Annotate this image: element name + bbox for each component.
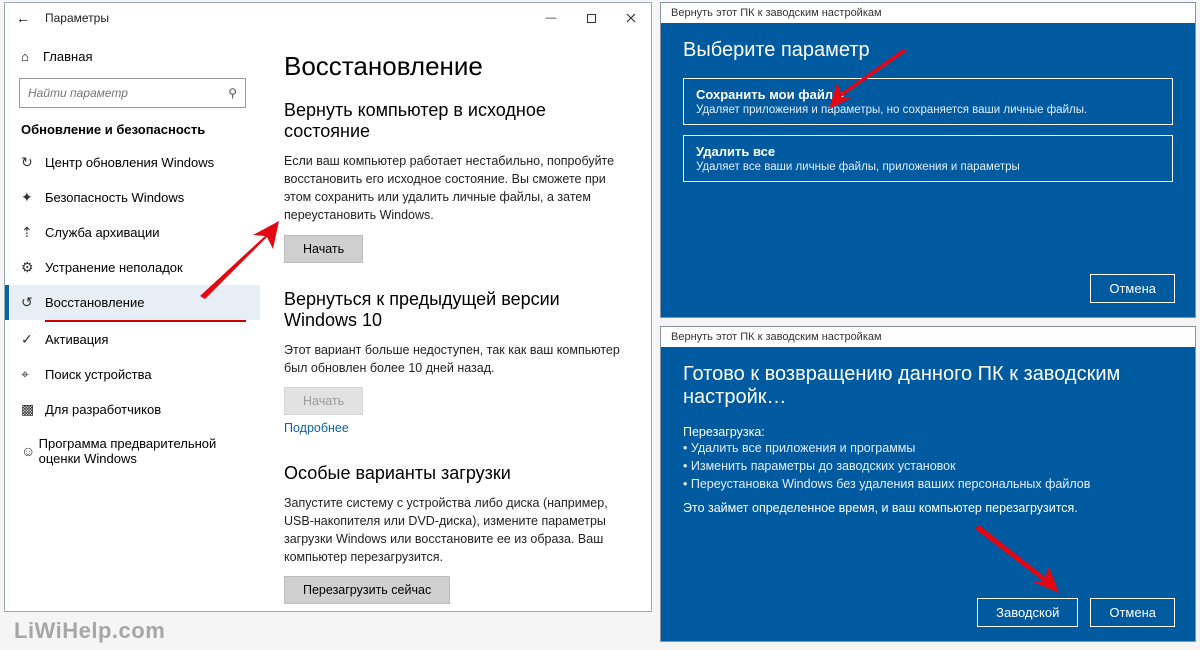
insider-icon: ☺ [21, 443, 39, 459]
sidebar-item-label: Устранение неполадок [45, 260, 183, 275]
sidebar-item-label: Программа предварительной оценки Windows [39, 436, 244, 466]
sidebar-item-label: Служба архивации [45, 225, 160, 240]
option-keep-files[interactable]: Сохранить мои файлы Удаляет приложения и… [683, 78, 1173, 125]
sidebar-item-find-device[interactable]: ⌖ Поиск устройства [5, 357, 260, 392]
dialog-title: Вернуть этот ПК к заводским настройкам [661, 327, 1195, 347]
wrench-icon: ⚙ [21, 259, 45, 276]
cancel-button[interactable]: Отмена [1090, 274, 1175, 303]
home-link[interactable]: ⌂ Главная [5, 41, 260, 72]
option-title: Удалить все [696, 144, 1160, 159]
sidebar-item-label: Активация [45, 332, 108, 347]
goback-heading: Вернуться к предыдущей версии Windows 10 [284, 289, 627, 331]
dialog-heading: Выберите параметр [683, 39, 1173, 62]
watermark: LiWiHelp.com [14, 618, 165, 644]
reset-start-button[interactable]: Начать [284, 235, 363, 263]
dialog-note: Это займет определенное время, и ваш ком… [683, 501, 1173, 515]
shield-icon: ✦ [21, 189, 45, 206]
sidebar-item-label: Восстановление [45, 295, 144, 310]
goback-more-link[interactable]: Подробнее [284, 421, 349, 435]
settings-window: ← Параметры ― ⌂ Главная ⚲ [4, 2, 652, 612]
search-input[interactable]: ⚲ [19, 78, 246, 108]
sidebar-item-windows-update[interactable]: ↻ Центр обновления Windows [5, 145, 260, 180]
bullet-item: • Переустановка Windows без удаления ваш… [683, 477, 1173, 491]
check-icon: ✓ [21, 331, 45, 348]
reset-dialog-choose: Вернуть этот ПК к заводским настройкам В… [660, 2, 1196, 318]
factory-reset-button[interactable]: Заводской [977, 598, 1078, 627]
sidebar-item-troubleshoot[interactable]: ⚙ Устранение неполадок [5, 250, 260, 285]
advanced-section: Особые варианты загрузки Запустите систе… [284, 463, 627, 605]
sync-icon: ↻ [21, 154, 45, 171]
option-desc: Удаляет все ваши личные файлы, приложени… [696, 161, 1160, 173]
sidebar-item-label: Поиск устройства [45, 367, 152, 382]
goback-start-button: Начать [284, 387, 363, 415]
reset-heading: Вернуть компьютер в исходное состояние [284, 100, 627, 142]
upload-icon: ⇡ [21, 224, 45, 241]
sidebar-item-label: Безопасность Windows [45, 190, 184, 205]
annotation-arrow-icon [971, 525, 1061, 595]
page-title: Восстановление [284, 51, 627, 82]
option-remove-all[interactable]: Удалить все Удаляет все ваши личные файл… [683, 135, 1173, 182]
titlebar: ← Параметры ― [5, 3, 651, 33]
option-desc: Удаляет приложения и параметры, но сохра… [696, 104, 1160, 116]
sidebar-item-activation[interactable]: ✓ Активация [5, 322, 260, 357]
home-icon: ⌂ [21, 49, 43, 64]
sidebar: ⌂ Главная ⚲ Обновление и безопасность ↻ … [5, 33, 260, 611]
sidebar-item-windows-security[interactable]: ✦ Безопасность Windows [5, 180, 260, 215]
content-area: Восстановление Вернуть компьютер в исход… [260, 33, 651, 611]
bullet-item: • Изменить параметры до заводских устано… [683, 459, 1173, 473]
cancel-button[interactable]: Отмена [1090, 598, 1175, 627]
sidebar-item-insider[interactable]: ☺ Программа предварительной оценки Windo… [5, 427, 260, 475]
home-label: Главная [43, 49, 92, 64]
advanced-desc: Запустите систему с устройства либо диск… [284, 494, 627, 567]
sidebar-item-developers[interactable]: ▩ Для разработчиков [5, 392, 260, 427]
advanced-restart-button[interactable]: Перезагрузить сейчас [284, 576, 450, 604]
close-button[interactable] [611, 3, 651, 33]
reset-section: Вернуть компьютер в исходное состояние Е… [284, 100, 627, 263]
history-icon: ↺ [21, 294, 45, 311]
goback-section: Вернуться к предыдущей версии Windows 10… [284, 289, 627, 437]
sidebar-item-backup[interactable]: ⇡ Служба архивации [5, 215, 260, 250]
sidebar-item-label: Центр обновления Windows [45, 155, 214, 170]
reboot-label: Перезагрузка: [683, 425, 1173, 439]
minimize-button[interactable]: ― [531, 3, 571, 33]
bullet-item: • Удалить все приложения и программы [683, 441, 1173, 455]
reset-desc: Если ваш компьютер работает нестабильно,… [284, 152, 627, 225]
search-icon: ⚲ [228, 86, 237, 100]
search-field[interactable] [28, 86, 228, 100]
advanced-heading: Особые варианты загрузки [284, 463, 627, 484]
code-icon: ▩ [21, 401, 45, 418]
dialog-heading: Готово к возвращению данного ПК к заводс… [683, 363, 1173, 409]
reset-dialog-ready: Вернуть этот ПК к заводским настройкам Г… [660, 326, 1196, 642]
sidebar-item-recovery[interactable]: ↺ Восстановление [5, 285, 260, 320]
location-icon: ⌖ [21, 366, 45, 383]
section-label: Обновление и безопасность [5, 118, 260, 145]
dialog-title: Вернуть этот ПК к заводским настройкам [661, 3, 1195, 23]
back-button[interactable]: ← [11, 10, 35, 26]
goback-desc: Этот вариант больше недоступен, так как … [284, 341, 627, 377]
app-title: Параметры [35, 11, 109, 25]
maximize-button[interactable] [571, 3, 611, 33]
sidebar-item-label: Для разработчиков [45, 402, 161, 417]
option-title: Сохранить мои файлы [696, 87, 1160, 102]
